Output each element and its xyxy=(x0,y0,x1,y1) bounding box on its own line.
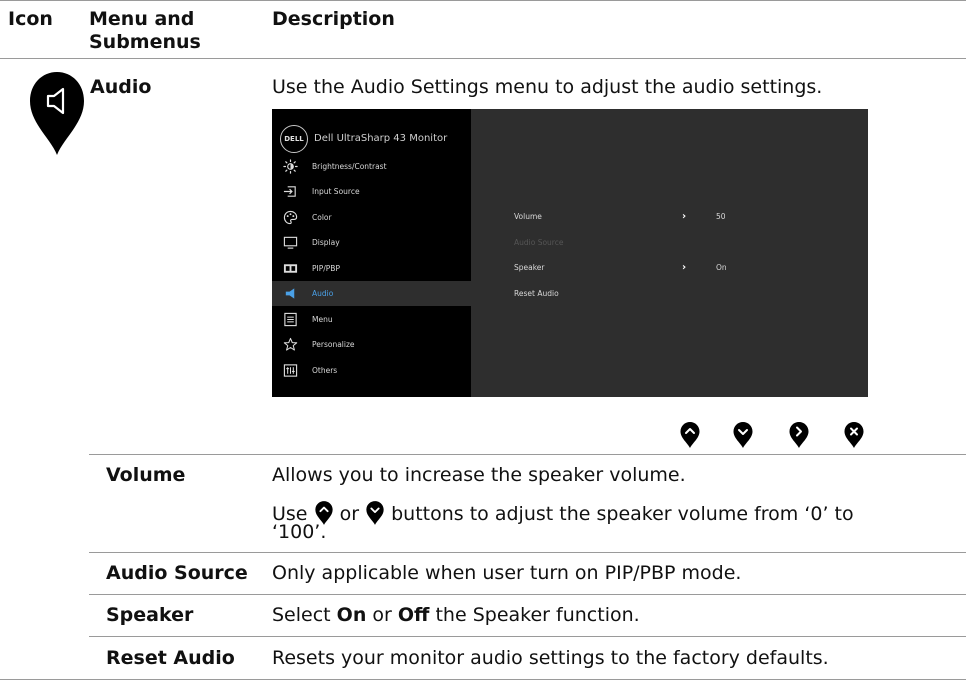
input-source-icon xyxy=(283,186,296,197)
chevron-right-icon: › xyxy=(682,262,687,273)
osd-item-label: Input Source xyxy=(312,187,360,196)
table-bottom-rule xyxy=(0,679,966,680)
color-icon xyxy=(283,210,298,225)
up-button-icon xyxy=(680,422,700,448)
osd-item-label: Display xyxy=(312,238,340,247)
osd-item-menu[interactable]: Menu xyxy=(272,307,471,332)
osd-screenshot: DELL Dell UltraSharp 43 Monitor Brightne… xyxy=(272,109,868,397)
volume-line2-rest: buttons to adjust the speaker volume fro… xyxy=(391,503,854,525)
audio-source-rule xyxy=(89,594,966,595)
osd-item-pip-pbp[interactable]: PIP/PBP xyxy=(272,256,471,281)
header-description: Description xyxy=(272,8,395,30)
osd-item-label: Personalize xyxy=(312,340,355,349)
audio-icon xyxy=(285,288,295,299)
osd-item-display[interactable]: Display xyxy=(272,230,471,255)
osd-item-label: PIP/PBP xyxy=(312,264,340,273)
audio-description: Use the Audio Settings menu to adjust th… xyxy=(272,76,823,98)
dell-logo: DELL xyxy=(280,125,308,153)
star-icon xyxy=(283,337,298,351)
osd-row-audio-source: Audio Source xyxy=(514,238,564,247)
others-icon xyxy=(283,364,298,377)
osd-item-label: Color xyxy=(312,213,332,222)
volume-line2: Use or buttons to adjust the speaker vol… xyxy=(272,500,854,526)
speaker-rule xyxy=(89,636,966,637)
osd-row-volume[interactable]: Volume xyxy=(514,211,542,222)
osd-item-input-source[interactable]: Input Source xyxy=(272,179,471,204)
header-menu-line2: Submenus xyxy=(89,31,201,53)
speaker-rest: the Speaker function. xyxy=(435,604,640,626)
volume-line1: Allows you to increase the speaker volum… xyxy=(272,464,686,486)
reset-audio-text: Resets your monitor audio settings to th… xyxy=(272,647,829,669)
header-menu-line1: Menu and xyxy=(89,8,195,30)
table-top-rule xyxy=(0,0,966,1)
osd-item-label: Menu xyxy=(312,315,333,324)
volume-line3: ‘100’. xyxy=(272,521,327,543)
speaker-select: Select xyxy=(272,604,331,626)
menu-icon xyxy=(284,312,297,327)
header-icon: Icon xyxy=(8,8,53,30)
osd-item-others[interactable]: Others xyxy=(272,358,471,383)
osd-row-speaker[interactable]: Speaker xyxy=(514,262,545,273)
osd-title: Dell UltraSharp 43 Monitor xyxy=(314,133,448,144)
reset-audio-name: Reset Audio xyxy=(106,647,235,669)
audio-menu-name: Audio xyxy=(90,76,152,98)
osd-item-color[interactable]: Color xyxy=(272,205,471,230)
volume-line2-or: or xyxy=(339,503,360,525)
osd-speaker-value: On xyxy=(716,263,727,272)
speaker-text: Select On or Off the Speaker function. xyxy=(272,604,640,627)
osd-item-label: Others xyxy=(312,366,338,375)
osd-item-label: Audio xyxy=(312,289,334,298)
brightness-icon xyxy=(283,159,298,174)
audio-rule xyxy=(89,454,966,455)
chevron-right-icon: › xyxy=(682,211,687,222)
header-rule xyxy=(0,58,966,59)
volume-name: Volume xyxy=(106,464,186,486)
pip-pbp-icon xyxy=(283,264,298,273)
audio-source-text: Only applicable when user turn on PIP/PB… xyxy=(272,562,742,584)
speaker-off: Off xyxy=(397,604,430,626)
osd-item-personalize[interactable]: Personalize xyxy=(272,332,471,357)
down-button-icon xyxy=(733,422,753,448)
speaker-pin-icon xyxy=(30,72,84,155)
osd-item-audio[interactable]: Audio xyxy=(272,281,471,306)
down-button-icon xyxy=(366,501,384,525)
osd-item-label: Brightness/Contrast xyxy=(312,162,387,171)
speaker-name: Speaker xyxy=(106,604,194,626)
speaker-or: or xyxy=(372,604,392,626)
osd-volume-value: 50 xyxy=(716,212,726,221)
header-menu: Menu and Submenus xyxy=(89,8,269,54)
right-button-icon xyxy=(789,422,809,448)
volume-rule xyxy=(89,552,966,553)
osd-item-brightness-contrast[interactable]: Brightness/Contrast xyxy=(272,154,471,179)
audio-source-name: Audio Source xyxy=(106,562,248,584)
osd-row-reset-audio[interactable]: Reset Audio xyxy=(514,288,559,299)
osd-menu-panel: DELL Dell UltraSharp 43 Monitor Brightne… xyxy=(272,109,471,397)
display-icon xyxy=(283,236,298,249)
close-button-icon xyxy=(844,422,864,448)
speaker-on: On xyxy=(336,604,367,626)
